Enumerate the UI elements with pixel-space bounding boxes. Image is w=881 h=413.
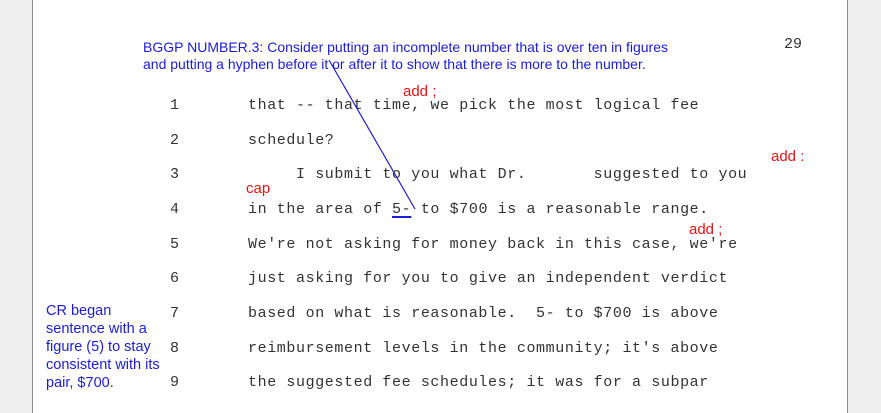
annotation-pointer [328, 59, 416, 210]
viewer-margin-right [848, 0, 881, 413]
pointer-line [328, 59, 416, 210]
transcript-page: 29 1 2 3 4 5 6 7 8 9 that -- that time, … [32, 0, 848, 413]
viewer-margin-left [0, 0, 32, 413]
